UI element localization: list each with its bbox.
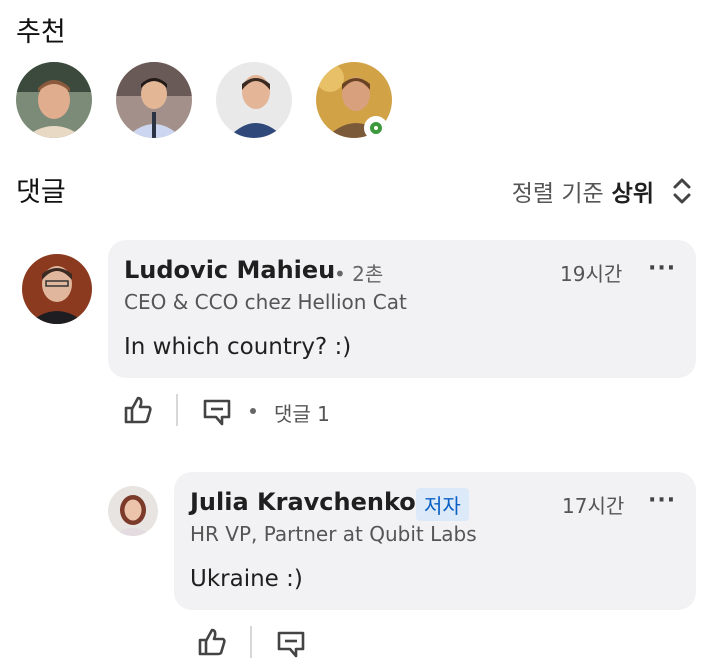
reply-time: 17시간 — [562, 494, 625, 518]
action-divider — [176, 394, 178, 426]
recommended-avatar-2[interactable] — [116, 62, 192, 138]
comment-text: In which country? :) — [124, 334, 352, 360]
author-headline: CEO & CCO chez Hellion Cat — [124, 290, 407, 314]
recommended-avatar-3[interactable] — [216, 62, 292, 138]
comment-author-avatar[interactable] — [22, 254, 92, 324]
comment-author-name[interactable]: Ludovic Mahieu — [124, 256, 335, 284]
comment-time: 19시간 — [560, 262, 623, 286]
action-divider — [250, 626, 252, 658]
more-options-icon[interactable]: ··· — [648, 488, 676, 513]
sort-chevron-icon — [673, 178, 691, 204]
comments-title: 댓글 — [16, 177, 66, 208]
reply-count[interactable]: 댓글 1 — [274, 398, 330, 427]
reply-icon[interactable] — [276, 630, 306, 658]
sort-value: 상위 — [611, 181, 654, 207]
reply-icon[interactable] — [202, 398, 232, 426]
like-icon[interactable] — [122, 394, 154, 426]
more-options-icon[interactable]: ··· — [648, 256, 676, 281]
reply-author-avatar[interactable] — [108, 486, 158, 536]
author-badge: 저자 — [416, 488, 469, 521]
online-status-icon — [364, 116, 388, 140]
comment-bubble: Ludovic Mahieu • 2촌 19시간 ··· CEO & CCO c… — [108, 240, 696, 378]
sort-label: 정렬 기준 — [511, 181, 604, 207]
recommended-avatar-1[interactable] — [16, 62, 92, 138]
recommendations-title: 추천 — [16, 17, 66, 48]
reply-author-headline: HR VP, Partner at Qubit Labs — [190, 522, 477, 546]
sort-dropdown[interactable]: 정렬 기준 상위 — [512, 174, 692, 208]
like-icon[interactable] — [196, 626, 228, 658]
reply-author-name[interactable]: Julia Kravchenko — [190, 488, 416, 516]
reply-bubble: Julia Kravchenko 저자 17시간 ··· HR VP, Part… — [174, 472, 696, 610]
dot-separator — [250, 408, 256, 414]
reply-text: Ukraine :) — [190, 566, 303, 592]
connection-degree: • 2촌 — [334, 262, 384, 286]
